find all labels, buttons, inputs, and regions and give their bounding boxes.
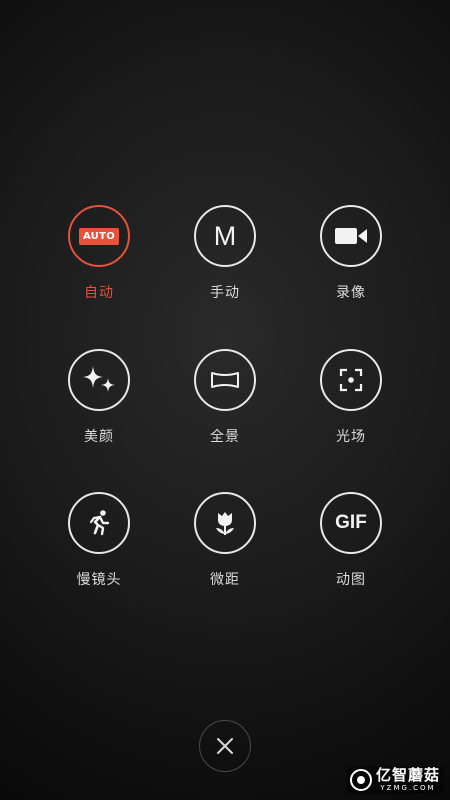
video-camera-icon <box>335 228 367 244</box>
mode-slow-motion-circle <box>68 492 130 554</box>
mode-beauty-circle <box>68 349 130 411</box>
mode-row-2: 美颜 全景 光场 <box>0 349 450 459</box>
focus-frame-icon <box>339 368 363 392</box>
mode-light-field-circle <box>320 349 382 411</box>
mode-auto-label: 自动 <box>84 285 114 301</box>
mode-manual-button[interactable]: M 手动 <box>180 205 270 310</box>
watermark-title: 亿智蘑菇 <box>375 766 440 784</box>
mode-beauty-button[interactable]: 美颜 <box>54 349 144 454</box>
mode-macro-button[interactable]: 微距 <box>180 492 270 597</box>
mode-video-circle <box>320 205 382 267</box>
mode-panorama-circle <box>194 349 256 411</box>
mode-macro-label: 微距 <box>210 572 240 588</box>
mode-gif-label: 动图 <box>336 572 366 588</box>
running-person-icon <box>89 510 110 536</box>
mode-manual-circle: M <box>194 205 256 267</box>
mode-slow-motion-button[interactable]: 慢镜头 <box>54 492 144 597</box>
mode-video-label: 录像 <box>336 285 366 301</box>
mode-macro-circle <box>194 492 256 554</box>
mode-row-3: 慢镜头 微距 GIF 动图 <box>0 492 450 602</box>
watermark-text: 亿智蘑菇 YZMG.COM <box>376 768 440 792</box>
mode-auto-button[interactable]: AUTO 自动 <box>54 205 144 310</box>
tulip-icon <box>216 512 234 535</box>
watermark-logo-icon <box>349 769 372 791</box>
mode-panorama-button[interactable]: 全景 <box>180 349 270 454</box>
gif-text-icon: GIF <box>335 512 367 533</box>
close-button[interactable] <box>199 720 251 772</box>
sparkles-icon <box>83 366 115 392</box>
mode-slow-motion-label: 慢镜头 <box>76 572 122 588</box>
mode-auto-circle: AUTO <box>68 205 130 267</box>
mode-gif-circle: GIF <box>320 492 382 554</box>
mode-light-field-button[interactable]: 光场 <box>306 349 396 454</box>
panorama-icon <box>211 372 239 388</box>
mode-gif-button[interactable]: GIF 动图 <box>306 492 396 597</box>
mode-beauty-label: 美颜 <box>84 429 114 445</box>
watermark: 亿智蘑菇 YZMG.COM <box>345 766 444 794</box>
watermark-subtitle: YZMG.COM <box>380 784 436 792</box>
mode-manual-label: 手动 <box>210 285 240 301</box>
mode-panorama-label: 全景 <box>210 429 240 445</box>
close-icon <box>217 738 233 754</box>
auto-badge-icon: AUTO <box>78 227 120 245</box>
mode-light-field-label: 光场 <box>336 429 366 445</box>
mode-row-1: AUTO 自动 M 手动 录像 <box>0 205 450 315</box>
mode-video-button[interactable]: 录像 <box>306 205 396 310</box>
m-letter-icon: M <box>213 220 237 251</box>
